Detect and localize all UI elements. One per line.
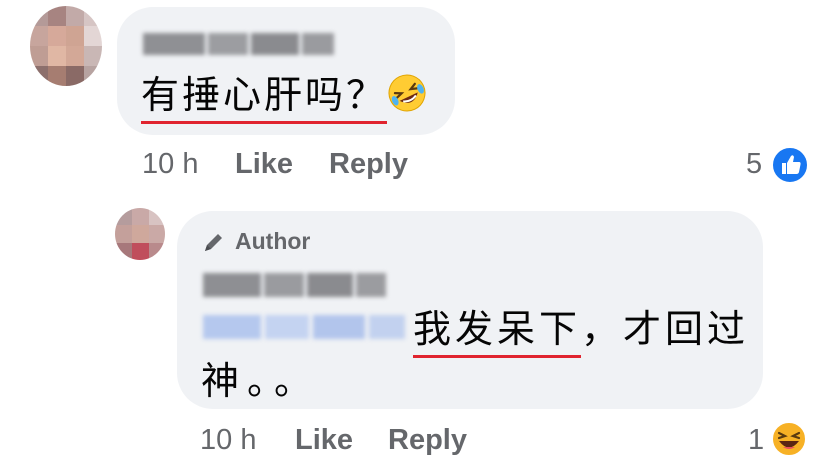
reply-reply-button[interactable]: Reply <box>388 424 467 457</box>
commenter-avatar[interactable] <box>30 6 102 86</box>
comment-bubble[interactable]: 有捶心肝吗？ <box>117 7 455 135</box>
reply-bubble[interactable]: Author 我发呆下，才回过 神。。 <box>177 211 763 409</box>
comment-reaction-count[interactable]: 5 <box>746 148 762 181</box>
pencil-icon <box>201 229 227 255</box>
author-name-blurred[interactable] <box>203 273 386 297</box>
reply-like-button[interactable]: Like <box>295 424 353 457</box>
commenter-name-blurred[interactable] <box>143 33 334 55</box>
author-badge: Author <box>235 228 311 254</box>
reply-reaction-count[interactable]: 1 <box>748 424 764 457</box>
mentioned-user-tag-blurred[interactable] <box>203 315 405 339</box>
reply-timestamp[interactable]: 10 h <box>200 424 256 457</box>
reply-text-part2: ，才回过 <box>581 309 750 351</box>
like-icon[interactable] <box>771 146 809 184</box>
comment-reply-button[interactable]: Reply <box>329 148 408 181</box>
comment-text-row: 有捶心肝吗？ <box>141 75 388 124</box>
comment-like-button[interactable]: Like <box>235 148 293 181</box>
haha-icon[interactable] <box>770 420 808 458</box>
comment-text: 有捶心肝吗？ <box>141 75 388 124</box>
reply-text-line1: 我发呆下，才回过 <box>413 309 750 358</box>
rolling-on-floor-laughing-emoji-icon <box>387 73 427 113</box>
reply-text-line2: 神。。 <box>201 361 321 403</box>
author-avatar[interactable] <box>115 208 165 260</box>
comment-timestamp[interactable]: 10 h <box>142 148 198 181</box>
reply-text-part1: 我发呆下 <box>413 309 582 358</box>
